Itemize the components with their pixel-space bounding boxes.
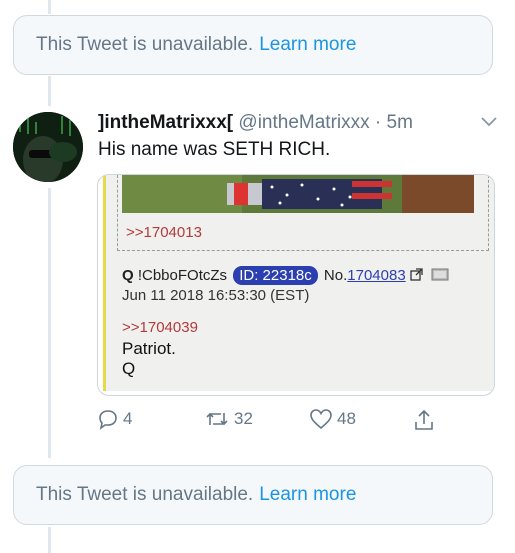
like-button[interactable]: 48: [309, 408, 356, 430]
post-date: Jun 11 2018 16:53:30 (EST): [122, 287, 310, 304]
tweet-header: ]intheMatrixxx[ @intheMatrixxx · 5m: [98, 112, 413, 134]
qpost-body: Patriot. Q: [122, 339, 176, 379]
timestamp[interactable]: 5m: [387, 112, 413, 133]
retweet-icon: [206, 412, 228, 426]
learn-more-link[interactable]: Learn more: [259, 484, 356, 506]
thread-line-bottom: [48, 527, 51, 553]
share-button[interactable]: [413, 408, 439, 432]
retweet-count: 32: [234, 409, 253, 428]
unavailable-tweet-bottom: This Tweet is unavailable. Learn more: [13, 465, 493, 525]
qpost-meta: Q !CbboFOtcZs ID: 22318c No.1704083: [122, 266, 451, 285]
media-card[interactable]: >>1704013 Q !CbboFOtcZs ID: 22318c No.17…: [97, 174, 495, 396]
learn-more-link[interactable]: Learn more: [259, 34, 356, 56]
qpost-body-line-2: Q: [122, 359, 136, 378]
reply-button[interactable]: 4: [97, 408, 132, 430]
external-link-icon: [410, 268, 423, 281]
qpost-screenshot: >>1704013 Q !CbboFOtcZs ID: 22318c No.17…: [103, 175, 494, 391]
book-icon: [431, 268, 449, 281]
post-prefix: No.: [323, 267, 348, 284]
reply-icon: [99, 410, 117, 430]
user-handle[interactable]: @intheMatrixxx: [238, 112, 369, 133]
like-count: 48: [337, 409, 356, 428]
quote-reference-top: >>1704013: [126, 224, 202, 241]
thread-line-avatar: [48, 188, 51, 458]
qpost-body-line-1: Patriot.: [122, 339, 176, 358]
thread-line-middle: [48, 76, 51, 106]
unavailable-tweet-top: This Tweet is unavailable. Learn more: [13, 15, 493, 75]
avatar[interactable]: [13, 112, 83, 182]
chevron-down-icon[interactable]: [480, 114, 498, 130]
unavailable-text: This Tweet is unavailable.: [36, 34, 254, 55]
tweet-actions: 4 32 48: [97, 408, 447, 434]
reply-count: 4: [123, 409, 133, 428]
quote-reference: >>1704039: [122, 319, 198, 336]
retweet-button[interactable]: 32: [204, 408, 253, 430]
separator-dot: ·: [374, 112, 382, 133]
share-icon: [415, 409, 433, 430]
tweet-text: His name was SETH RICH.: [98, 139, 331, 160]
post-number: 1704083: [347, 267, 406, 284]
tripcode: !CbboFOtcZs: [137, 267, 228, 284]
flag-socks-photo: [122, 175, 474, 213]
unavailable-text: This Tweet is unavailable.: [36, 484, 254, 505]
heart-icon: [310, 409, 332, 430]
thread-line-top: [48, 0, 51, 14]
avatar-image: [13, 112, 83, 182]
poster-name: Q: [122, 267, 134, 284]
id-badge: ID: 22318c: [233, 266, 318, 285]
display-name[interactable]: ]intheMatrixxx[: [98, 112, 233, 133]
